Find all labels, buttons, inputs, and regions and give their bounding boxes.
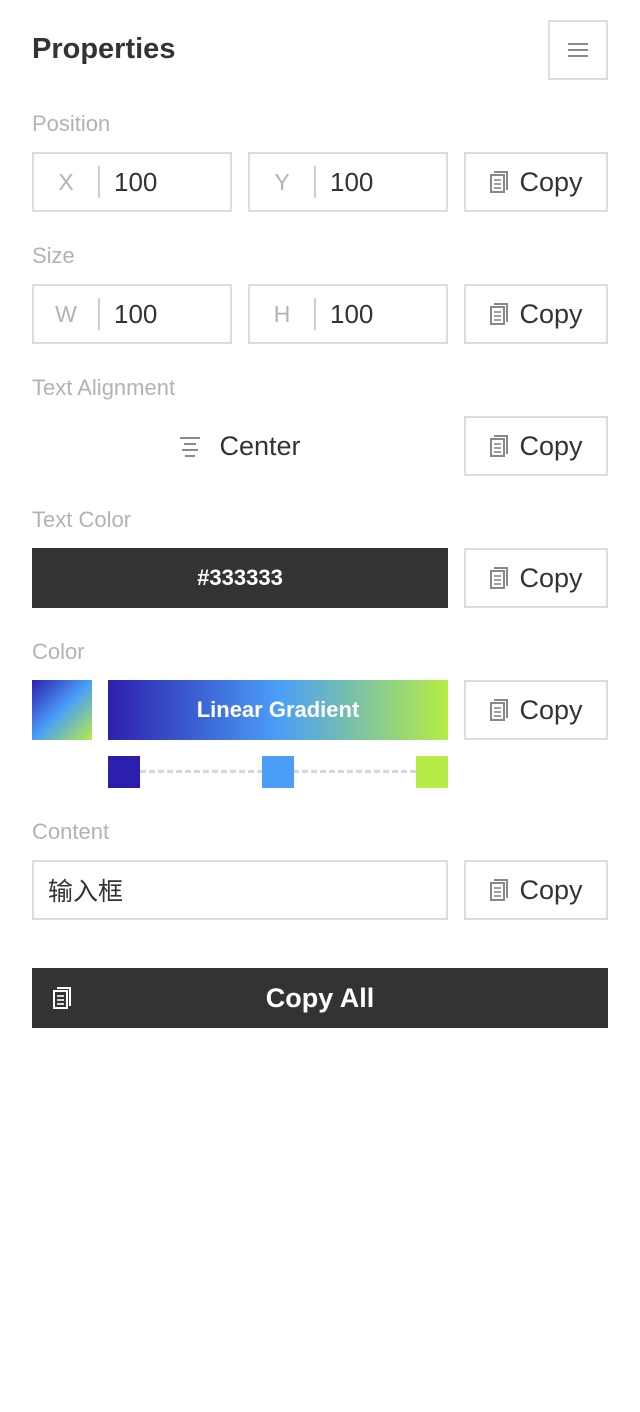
gradient-stop-1[interactable] [108,756,140,788]
copy-icon [490,171,509,193]
copy-size-button[interactable]: Copy [464,284,608,344]
alignment-selector[interactable]: Center [32,416,448,476]
alignment-value: Center [219,430,301,461]
size-w-field[interactable]: W 100 [32,284,232,344]
color-label: Color [32,639,85,664]
position-x-field[interactable]: X 100 [32,152,232,212]
align-center-icon [180,437,201,457]
color-preview-swatch[interactable] [32,680,92,740]
copy-label: Copy [519,562,583,593]
panel-title: Properties [32,33,176,65]
copy-icon [490,699,509,721]
copy-label: Copy [519,166,583,197]
copy-color-button[interactable]: Copy [464,680,608,740]
copy-text-color-button[interactable]: Copy [464,548,608,608]
w-prefix: W [55,300,77,327]
x-value[interactable]: 100 [100,167,157,198]
text-color-swatch[interactable]: #333333 [32,548,448,608]
copy-label: Copy [519,874,583,905]
content-input[interactable] [32,860,448,920]
hamburger-icon [568,43,588,57]
copy-label: Copy [519,430,583,461]
copy-icon [490,303,509,325]
copy-icon [53,987,71,1009]
y-value[interactable]: 100 [316,167,373,198]
gradient-stop-2[interactable] [262,756,294,788]
copy-icon [490,879,509,901]
gradient-type: Linear Gradient [196,697,360,722]
size-h-field[interactable]: H 100 [248,284,448,344]
x-prefix: X [58,168,74,195]
copy-label: Copy [519,298,583,329]
copy-icon [490,567,509,589]
copy-icon [490,435,509,457]
copy-all-button[interactable]: Copy All [32,968,608,1028]
w-value[interactable]: 100 [100,299,157,330]
gradient-stop-3[interactable] [416,756,448,788]
h-prefix: H [273,300,291,327]
copy-position-button[interactable]: Copy [464,152,608,212]
properties-panel: Properties Position X 100 Y 100 Copy Siz… [0,0,640,1412]
text-color-value: #333333 [197,565,283,590]
h-value[interactable]: 100 [316,299,373,330]
content-label: Content [32,819,110,844]
copy-content-button[interactable]: Copy [464,860,608,920]
position-label: Position [32,111,111,136]
y-prefix: Y [274,168,290,195]
gradient-bar[interactable]: Linear Gradient [108,680,448,740]
text-color-label: Text Color [32,507,132,532]
size-label: Size [32,243,75,268]
copy-alignment-button[interactable]: Copy [464,416,608,476]
alignment-label: Text Alignment [32,375,176,400]
copy-label: Copy [519,694,583,725]
copy-all-label: Copy All [265,982,375,1013]
menu-button[interactable] [548,20,608,80]
position-y-field[interactable]: Y 100 [248,152,448,212]
